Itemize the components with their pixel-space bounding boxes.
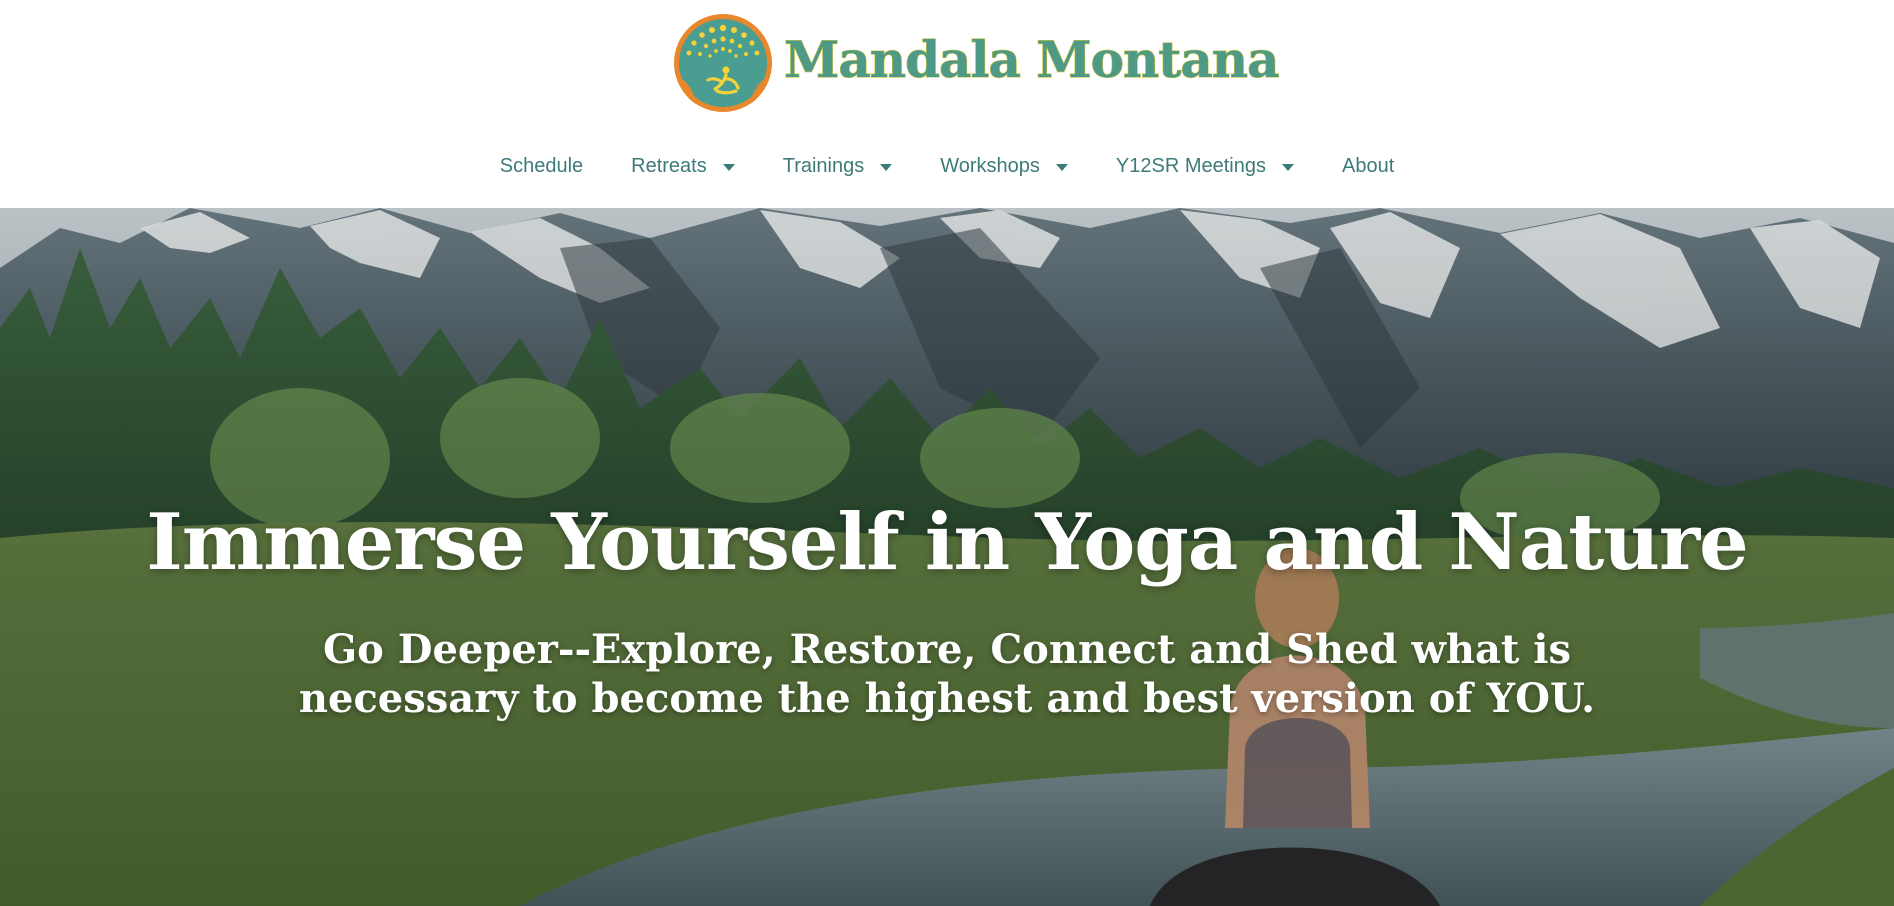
caret-down-icon[interactable] bbox=[722, 163, 735, 171]
main-nav: Schedule Retreats Trainings Workshops Y1… bbox=[0, 146, 1894, 186]
nav-item-trainings[interactable]: Trainings bbox=[783, 156, 893, 176]
nav-item-workshops[interactable]: Workshops bbox=[940, 156, 1068, 176]
nav-item-retreats[interactable]: Retreats bbox=[631, 156, 735, 176]
caret-down-icon[interactable] bbox=[1055, 163, 1068, 171]
nav-item-label[interactable]: Trainings bbox=[783, 156, 865, 176]
nav-item-label[interactable]: About bbox=[1342, 156, 1394, 176]
brand-name: Mandala Montana bbox=[783, 30, 1280, 89]
hero-section: Immerse Yourself in Yoga and Nature Go D… bbox=[0, 208, 1894, 906]
nav-item-about[interactable]: About bbox=[1342, 156, 1394, 176]
nav-item-y12sr-meetings[interactable]: Y12SR Meetings bbox=[1116, 156, 1294, 176]
mandala-logo-icon bbox=[674, 14, 772, 112]
logo-home-link[interactable]: Mandala Montana bbox=[672, 10, 1280, 116]
nav-item-label[interactable]: Schedule bbox=[500, 156, 583, 176]
caret-down-icon[interactable] bbox=[880, 163, 893, 171]
nav-item-schedule[interactable]: Schedule bbox=[500, 156, 583, 176]
hero-subtitle: Go Deeper--Explore, Restore, Connect and… bbox=[298, 626, 1596, 722]
nav-item-label[interactable]: Retreats bbox=[631, 156, 707, 176]
nav-item-label[interactable]: Y12SR Meetings bbox=[1116, 156, 1266, 176]
hero-title: Immerse Yourself in Yoga and Nature bbox=[146, 497, 1748, 588]
site-header: Mandala Montana Schedule Retreats Traini… bbox=[0, 0, 1894, 208]
caret-down-icon[interactable] bbox=[1282, 163, 1294, 171]
nav-item-label[interactable]: Workshops bbox=[940, 156, 1040, 176]
